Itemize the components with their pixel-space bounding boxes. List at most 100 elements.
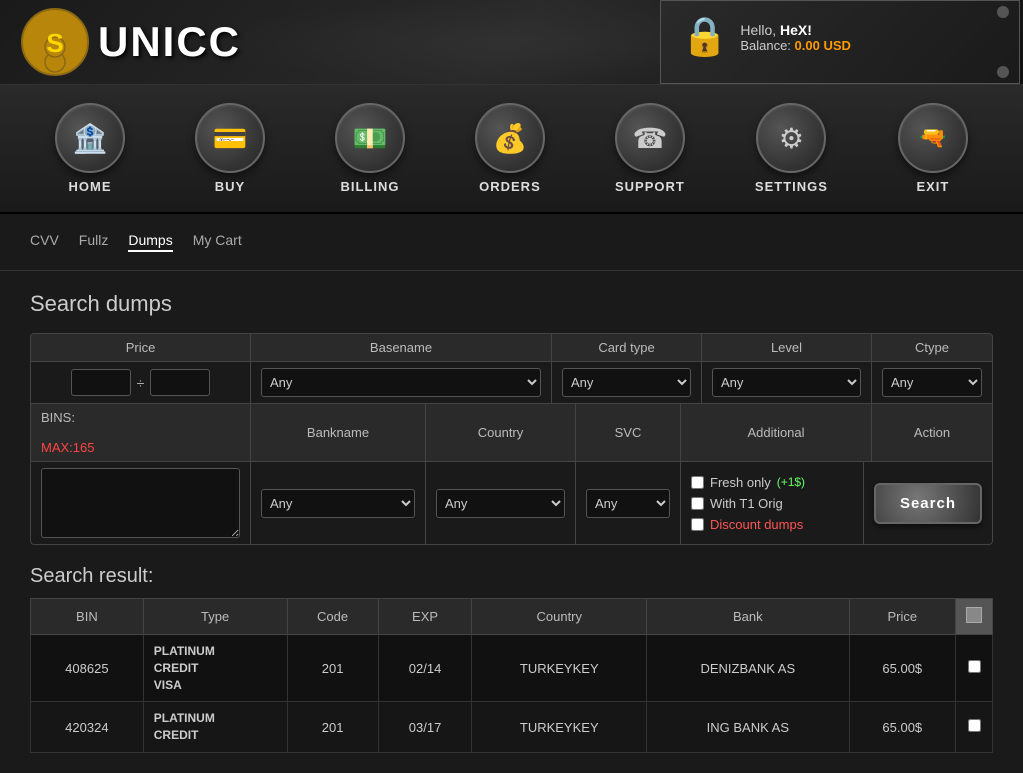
col-type: Type [143,599,287,635]
nav-exit[interactable]: 🔫 EXIT [878,95,988,202]
fresh-only-label[interactable]: Fresh only (+1$) [691,475,805,490]
col-bin: BIN [31,599,144,635]
user-panel: 🔒 Hello, HeX! Balance: 0.00 USD [661,1,1019,73]
breadcrumb-fullz[interactable]: Fullz [79,232,109,252]
basename-cell: Any [251,362,552,403]
checkbox-group: Fresh only (+1$) With T1 Orig Discount d… [691,469,805,538]
bins-textarea[interactable] [41,468,240,538]
breadcrumb-cvv[interactable]: CVV [30,232,59,252]
cardtype-select[interactable]: Any [562,368,691,397]
header: S UNICC 🔒 Hello, HeX! Balance: 0.00 USD [0,0,1023,85]
basename-select[interactable]: Any [261,368,541,397]
level-select[interactable]: Any [712,368,861,397]
select-cell[interactable] [956,702,993,753]
search-form: Price Basename Card type Level Ctype ÷ A… [30,333,993,545]
exit-icon: 🔫 [898,103,968,173]
lock-icon: 🔒 [681,15,728,59]
additional-input-cell: Fresh only (+1$) With T1 Orig Discount d… [681,462,864,544]
row-select-checkbox[interactable] [968,660,981,673]
balance: Balance: 0.00 USD [740,38,851,53]
price-separator: ÷ [137,375,145,391]
nav-orders[interactable]: 💰 ORDERS [455,95,565,202]
orders-label: ORDERS [479,179,541,194]
basename-header: Basename [251,334,552,361]
bin-cell: 420324 [31,702,144,753]
row-select-checkbox[interactable] [968,719,981,732]
action-cell: Search [864,462,992,544]
breadcrumb-dumps[interactable]: Dumps [128,232,172,252]
exit-label: EXIT [916,179,949,194]
cardtype-cell: Any [552,362,702,403]
ctype-header: Ctype [872,334,992,361]
code-cell: 201 [287,635,378,702]
price-min-input[interactable] [71,369,131,396]
price-inputs-cell: ÷ [31,362,251,403]
bin-cell: 408625 [31,635,144,702]
corner-tr [997,6,1009,18]
home-label: HOME [68,179,111,194]
exp-cell: 02/14 [378,635,472,702]
t1orig-text: With T1 Orig [710,496,783,511]
country-select[interactable]: Any [436,489,565,518]
ctype-select[interactable]: Any [882,368,982,397]
type-cell: PLATINUM CREDIT VISA [143,635,287,702]
price-header: Price [31,334,251,361]
discount-text: Discount dumps [710,517,803,532]
nav-billing[interactable]: 💵 BILLING [315,95,425,202]
fresh-bonus-text: (+1$) [777,475,805,489]
country-input-cell: Any [426,462,576,544]
nav-buy[interactable]: 💳 BUY [175,95,285,202]
table-row: 420324 PLATINUM CREDIT 201 03/17 TURKEYK… [31,702,993,753]
home-icon: 🏦 [55,103,125,173]
country-header: Country [426,404,576,461]
code-cell: 201 [287,702,378,753]
bankname-input-cell: Any [251,462,426,544]
t1orig-label[interactable]: With T1 Orig [691,496,805,511]
svc-select[interactable]: Any [586,489,670,518]
country-cell: TURKEYKEY [472,702,647,753]
result-header-row: BIN Type Code EXP Country Bank Price [31,599,993,635]
select-cell[interactable] [956,635,993,702]
buy-icon: 💳 [195,103,265,173]
buy-label: BUY [215,179,245,194]
bins-input-cell [31,462,251,544]
logo-text: UNICC [98,18,241,66]
search-button[interactable]: Search [874,483,982,524]
price-cell: 65.00$ [849,702,955,753]
billing-icon: 💵 [335,103,405,173]
nav-home[interactable]: 🏦 HOME [35,95,145,202]
discount-checkbox[interactable] [691,518,704,531]
user-info: Hello, HeX! Balance: 0.00 USD [740,22,851,53]
bins-hint: MAX:165 [41,440,94,455]
result-table: BIN Type Code EXP Country Bank Price 408… [30,598,993,753]
fresh-only-checkbox[interactable] [691,476,704,489]
settings-icon: ⚙ [756,103,826,173]
ctype-cell: Any [872,362,992,403]
cardtype-header: Card type [552,334,702,361]
fresh-only-text: Fresh only [710,475,771,490]
bins-header: BINS: MAX:165 [31,404,251,461]
svc-input-cell: Any [576,462,681,544]
discount-label[interactable]: Discount dumps [691,517,805,532]
hello-text: Hello, HeX! [740,22,851,38]
price-cell: 65.00$ [849,635,955,702]
bankname-header: Bankname [251,404,426,461]
type-cell: PLATINUM CREDIT [143,702,287,753]
action-header: Action [872,404,992,461]
nav-support[interactable]: ☎ SUPPORT [595,95,705,202]
t1orig-checkbox[interactable] [691,497,704,510]
table-row: 408625 PLATINUM CREDIT VISA 201 02/14 TU… [31,635,993,702]
nav-settings[interactable]: ⚙ SETTINGS [735,95,848,202]
price-max-input[interactable] [150,369,210,396]
card-brand: PLATINUM CREDIT VISA [154,643,277,693]
select-all-icon [966,607,982,623]
orders-icon: 💰 [475,103,545,173]
bankname-select[interactable]: Any [261,489,415,518]
level-header: Level [702,334,872,361]
navigation: 🏦 HOME 💳 BUY 💵 BILLING 💰 ORDERS ☎ SUPPOR… [0,85,1023,214]
col-code: Code [287,599,378,635]
breadcrumb-mycart[interactable]: My Cart [193,232,242,252]
billing-label: BILLING [340,179,399,194]
corner-br [997,66,1009,78]
settings-label: SETTINGS [755,179,828,194]
